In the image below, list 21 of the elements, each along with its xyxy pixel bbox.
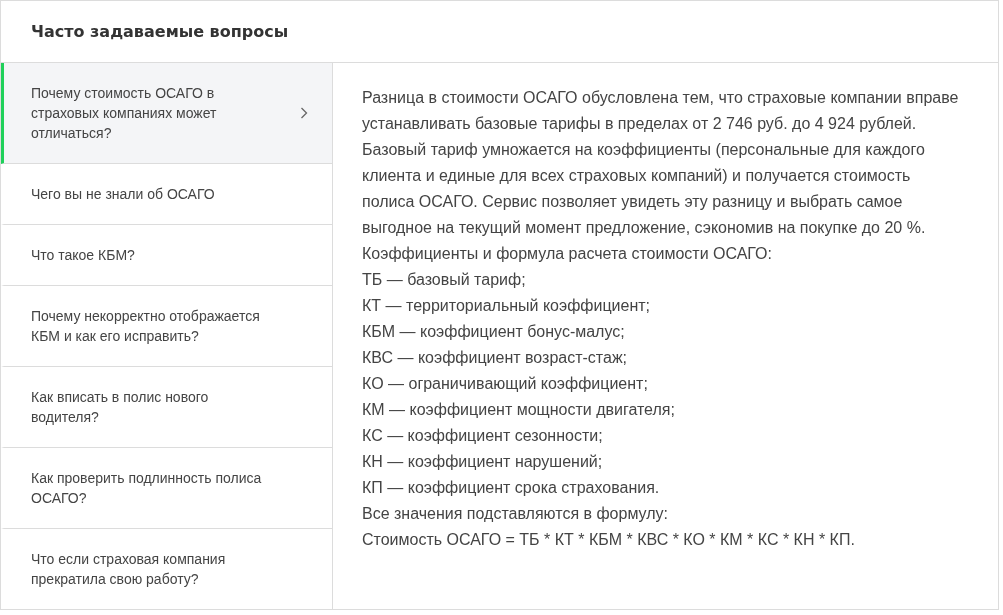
question-item[interactable]: Как проверить подлинность полиса ОСАГО? — [1, 448, 332, 529]
question-item[interactable]: Что если страховая компания прекратила свою работу? — [1, 529, 332, 609]
answer-line: КП — коэффициент срока страхования. — [362, 478, 661, 498]
question-item[interactable]: Почему некорректно отображается КБМ и как его исправить? — [1, 286, 332, 367]
answer-line: КТ — территориальный коэффициент; — [362, 296, 652, 316]
answer-line: КС — коэффициент сезонности; — [362, 426, 604, 446]
answer-line: ТБ — базовый тариф; — [362, 270, 527, 290]
answer-line: Стоимость ОСАГО = ТБ * КТ * КБМ * КВС * КО * КМ * КС * КН * КП. — [362, 530, 856, 550]
answer-line: КВС — коэффициент возраст-стаж; — [362, 348, 629, 368]
question-item[interactable]: Чего вы не знали об ОСАГО — [1, 164, 332, 225]
question-item[interactable]: Что такое КБМ? — [1, 225, 332, 286]
answer-line: КМ — коэффициент мощности двигателя; — [362, 400, 676, 420]
question-item[interactable]: Почему стоимость ОСАГО в страховых компаниях может отличаться? — [1, 63, 332, 164]
answer-line: КБМ — коэффициент бонус-малус; — [362, 322, 626, 342]
answer-line: КН — коэффициент нарушений; — [362, 452, 604, 472]
answer-text: Разница в стоимости ОСАГО обусловлена тем, что страховые компании вправе устанавливать базовые тарифы в пределах от 2 746 руб. до 4 924 рублей. Базовый тариф умножается на коэффициенты (персональные для каждого клиента и единые для всех страховых компаний) и получается стоимость полиса ОСАГО. Сервис позволяет увидеть эту разницу и выбрать самое выгодное на текущий момент предложение, сэкономив на покупке до 20 %. Коэффициенты и формула расчета стоимости ОСАГО: — [362, 88, 960, 264]
chevron-right-icon — [300, 107, 308, 119]
question-item[interactable]: Как вписать в полис нового водителя? — [1, 367, 332, 448]
section-title: Часто задаваемые вопросы — [31, 22, 289, 41]
answer-line: Все значения подставляются в формулу: — [362, 504, 669, 524]
answer-line: КО — ограничивающий коэффициент; — [362, 374, 649, 394]
